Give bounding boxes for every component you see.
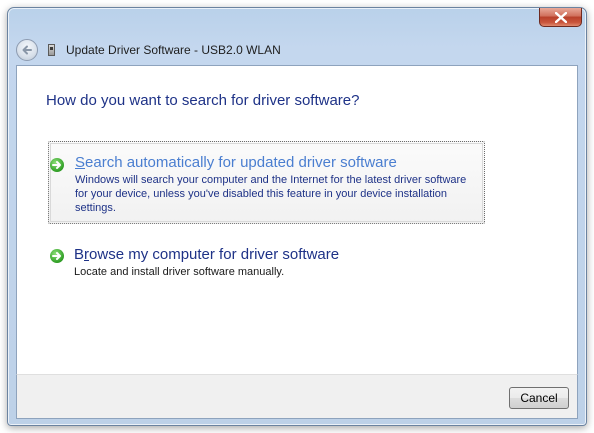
- accelerator-letter: S: [75, 154, 86, 171]
- option-description: Locate and install driver software manua…: [74, 266, 285, 278]
- option-description: Windows will search your computer and th…: [75, 174, 467, 214]
- main-content: How do you want to search for driver sof…: [16, 65, 578, 374]
- usb-device-icon: [48, 44, 55, 56]
- back-button[interactable]: [16, 39, 38, 61]
- green-arrow-icon: [50, 249, 64, 263]
- page-heading: How do you want to search for driver sof…: [46, 92, 360, 109]
- dialog-footer: Cancel: [16, 374, 578, 419]
- option-title: Search automatically for updated driver …: [75, 154, 397, 171]
- browse-computer-option[interactable]: Browse my computer for driver software L…: [48, 239, 485, 279]
- dialog-window: Update Driver Software - USB2.0 WLAN How…: [7, 7, 587, 426]
- option-title-text: owse my computer for driver software: [89, 246, 340, 263]
- option-title: Browse my computer for driver software: [74, 246, 339, 263]
- title-bar: Update Driver Software - USB2.0 WLAN: [8, 34, 586, 62]
- cancel-button[interactable]: Cancel: [509, 387, 569, 409]
- option-title-prefix: B: [74, 246, 85, 263]
- close-button[interactable]: [539, 8, 582, 27]
- search-automatically-option[interactable]: Search automatically for updated driver …: [48, 141, 485, 224]
- close-icon: [555, 12, 567, 23]
- option-title-text: earch automatically for updated driver s…: [85, 154, 397, 171]
- back-arrow-icon: [22, 45, 32, 55]
- window-title: Update Driver Software - USB2.0 WLAN: [66, 43, 281, 57]
- green-arrow-icon: [50, 158, 64, 172]
